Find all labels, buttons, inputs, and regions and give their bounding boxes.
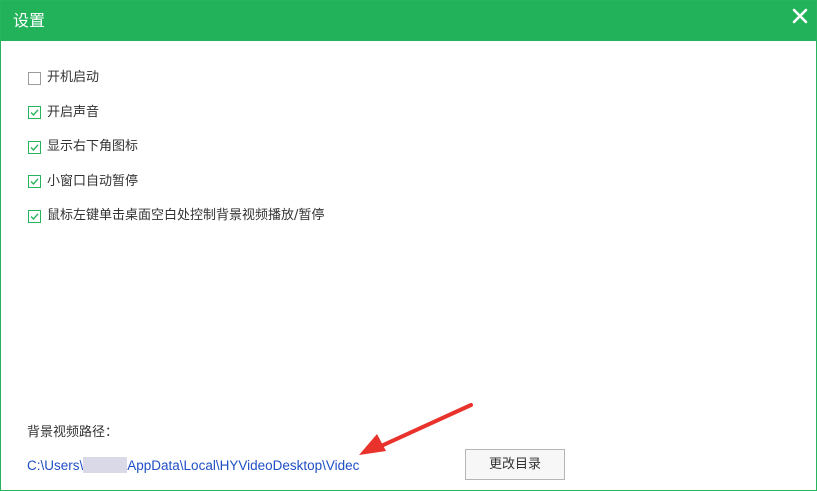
close-button[interactable]: [789, 5, 811, 27]
option-label: 鼠标左键单击桌面空白处控制背景视频播放/暂停: [47, 208, 325, 223]
option-small-window-pause[interactable]: 小窗口自动暂停: [28, 171, 324, 193]
option-label: 开启声音: [47, 104, 100, 120]
checkbox-checked-icon[interactable]: [28, 140, 41, 154]
title-bar: 设置: [1, 1, 816, 41]
path-suffix: AppData\Local\HYVideoDesktop\Videc: [127, 458, 360, 473]
red-arrow-annotation: [359, 403, 473, 455]
close-icon: [792, 8, 808, 24]
option-tray-icon[interactable]: 显示右下角图标: [28, 136, 324, 158]
video-path-label: 背景视频路径：: [27, 425, 119, 440]
option-label: 开机启动: [47, 70, 100, 85]
checkbox-checked-icon[interactable]: [28, 175, 41, 188]
checkbox-unchecked-icon[interactable]: [28, 71, 41, 85]
checkbox-checked-icon[interactable]: [28, 106, 41, 119]
option-sound[interactable]: 开启声音: [28, 102, 324, 124]
path-prefix: C:\Users\: [27, 458, 84, 473]
redacted-username: [83, 457, 128, 473]
settings-dialog: 设置 开机启动 开启声音 显示右下角图标 小窗口自动暂停 鼠标左键单击桌面空白处…: [0, 0, 817, 491]
option-startup[interactable]: 开机启动: [28, 67, 324, 89]
video-path-value: C:\Users\ AppData\Local\HYVideoDesktop\Vi…: [27, 457, 359, 475]
option-click-desktop-toggle[interactable]: 鼠标左键单击桌面空白处控制背景视频播放/暂停: [28, 205, 324, 227]
checkbox-checked-icon[interactable]: [28, 209, 41, 223]
option-label: 小窗口自动暂停: [47, 173, 139, 189]
option-label: 显示右下角图标: [47, 139, 139, 154]
options-list: 开机启动 开启声音 显示右下角图标 小窗口自动暂停 鼠标左键单击桌面空白处控制背…: [28, 67, 324, 240]
dialog-title: 设置: [13, 11, 46, 30]
